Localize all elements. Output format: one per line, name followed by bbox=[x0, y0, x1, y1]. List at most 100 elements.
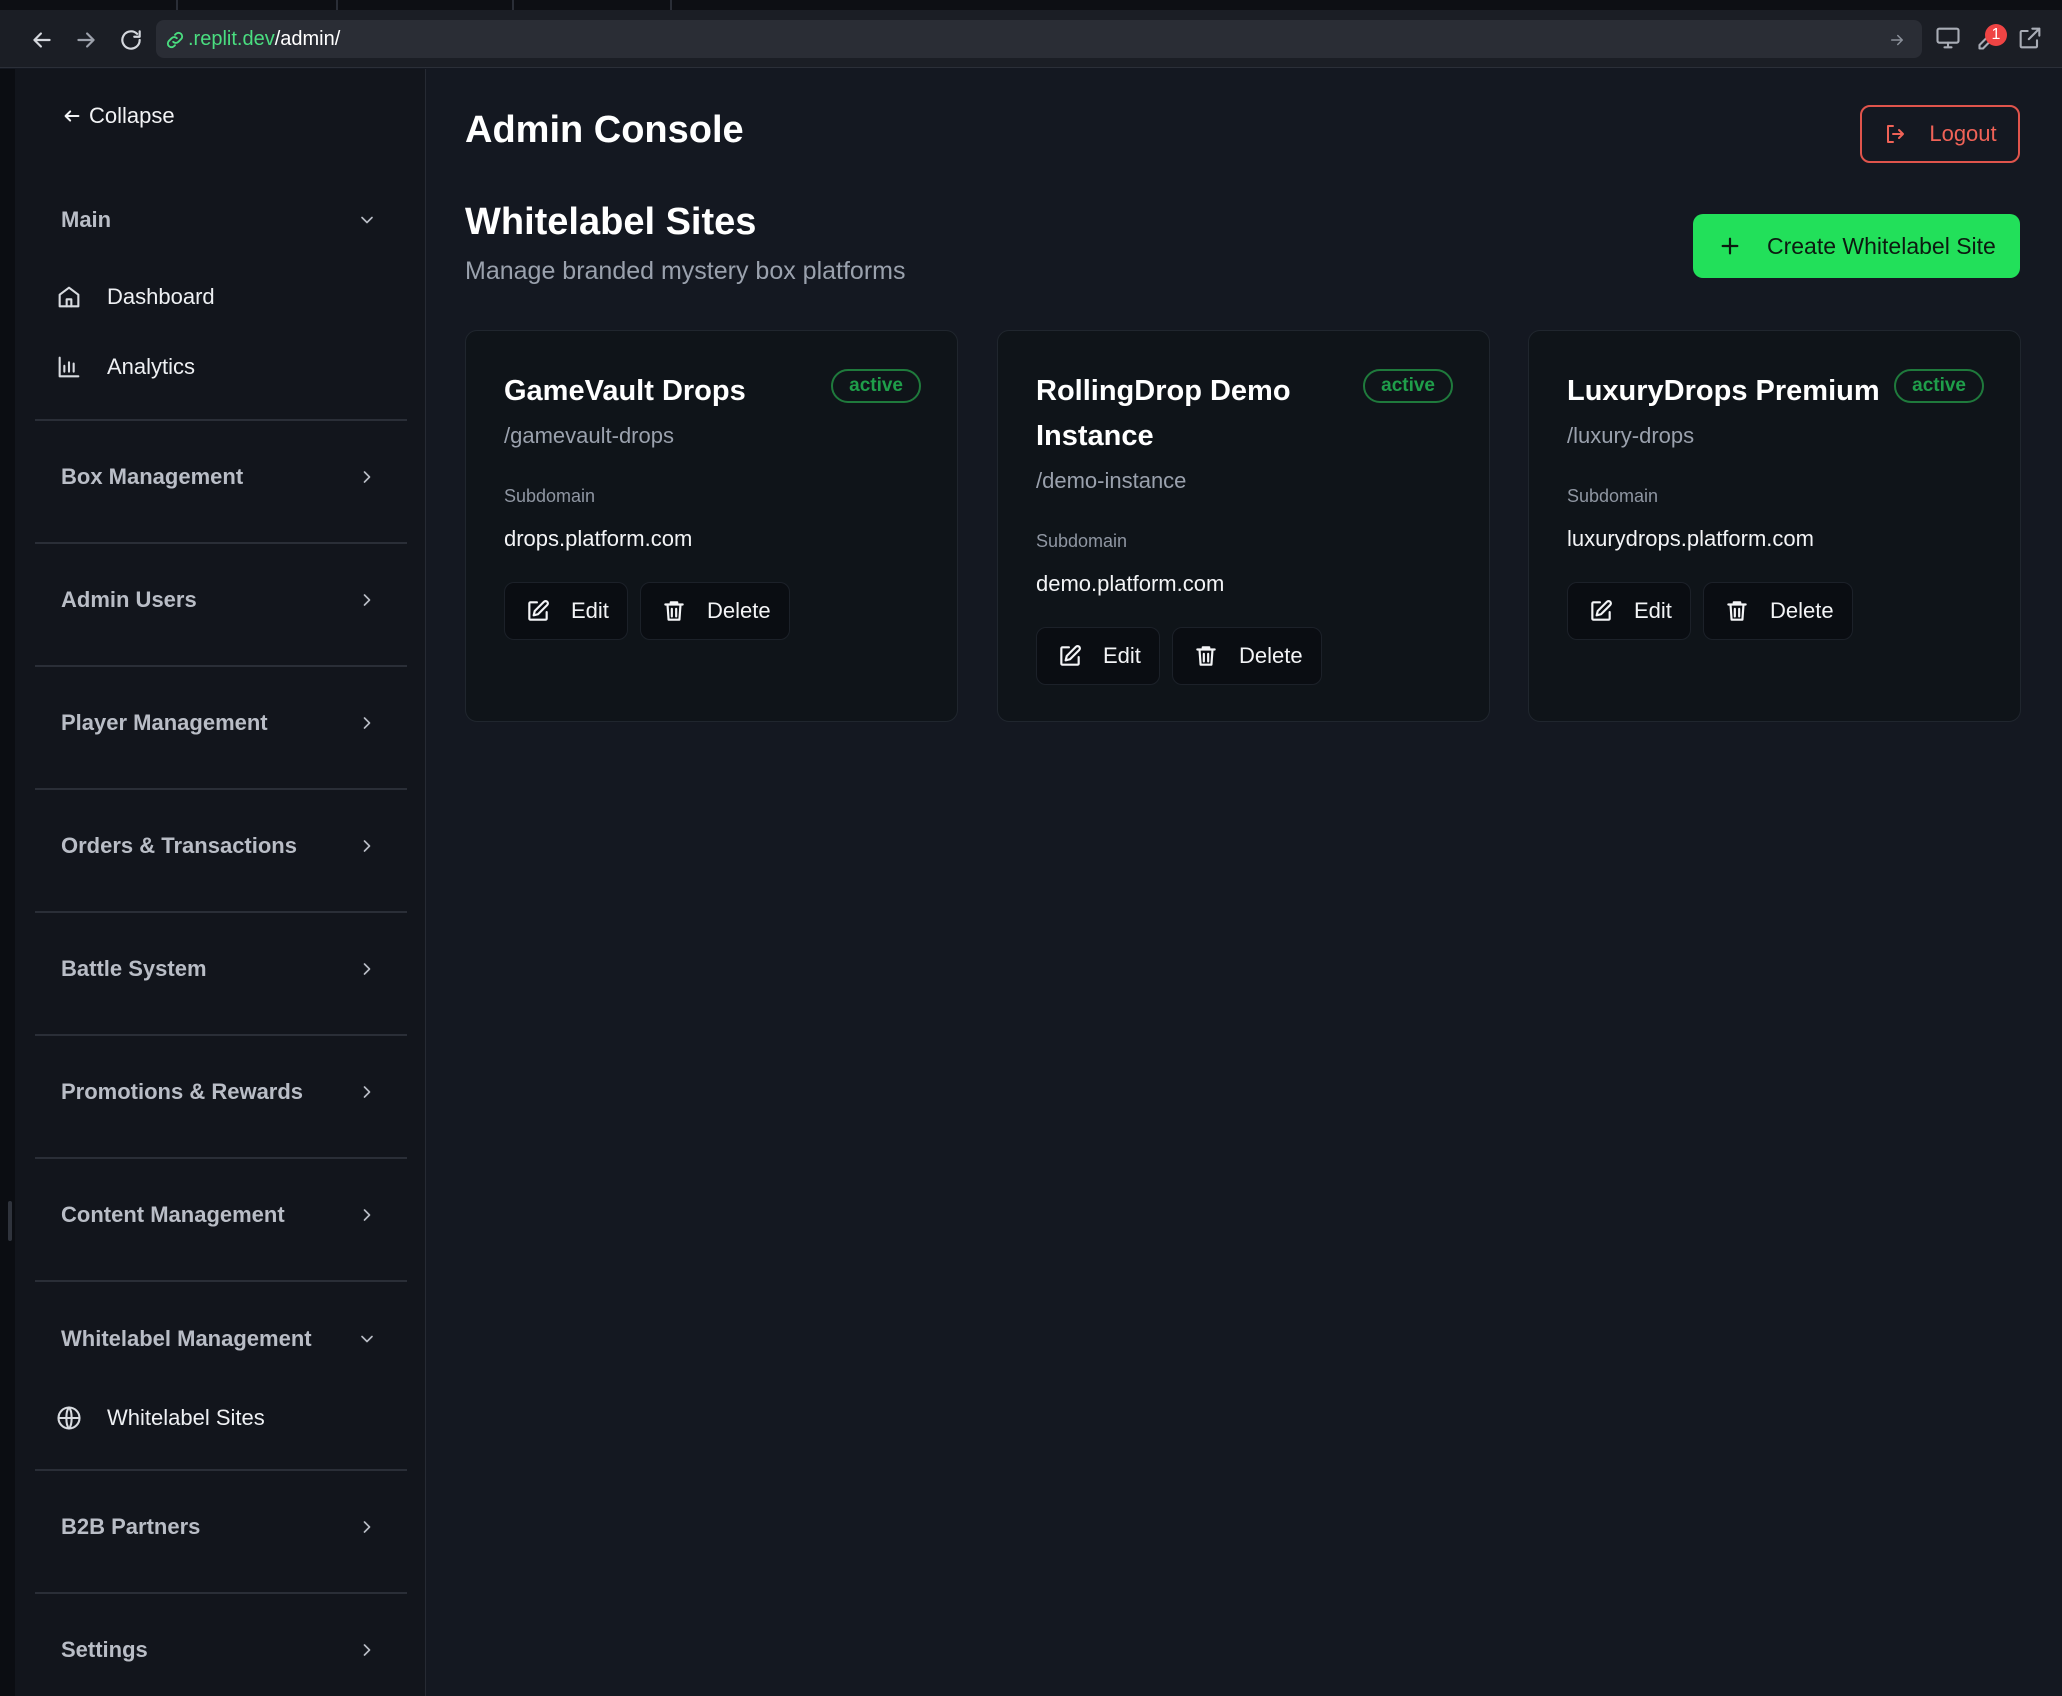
sidebar-section-player-management[interactable]: Player Management bbox=[61, 703, 391, 743]
devices-button[interactable] bbox=[1934, 24, 1964, 54]
arrow-right-icon bbox=[77, 32, 95, 48]
delete-label: Delete bbox=[1239, 643, 1303, 668]
chevron-right-icon bbox=[363, 963, 371, 975]
edit-icon bbox=[528, 600, 549, 621]
chevron-right-icon bbox=[363, 1086, 371, 1098]
collapse-button[interactable]: Collapse bbox=[61, 103, 175, 129]
go-arrow-icon[interactable] bbox=[1888, 31, 1906, 49]
delete-button[interactable]: Delete bbox=[1703, 582, 1853, 640]
sidebar-divider bbox=[35, 1280, 407, 1282]
address-bar[interactable]: .replit.dev/admin/ bbox=[156, 20, 1922, 58]
section-label: Admin Users bbox=[61, 587, 197, 612]
sidebar-divider bbox=[35, 911, 407, 913]
edit-label: Edit bbox=[571, 598, 609, 623]
sidebar: Collapse Main Dashboard Analytics Box Ma… bbox=[15, 69, 426, 1696]
sidebar-section-main[interactable]: Main bbox=[61, 200, 391, 240]
chevron-right-icon bbox=[363, 1521, 371, 1533]
home-icon bbox=[58, 286, 80, 308]
chevron-right-icon bbox=[363, 1209, 371, 1221]
sidebar-section-whitelabel-management[interactable]: Whitelabel Management bbox=[61, 1319, 391, 1359]
sidebar-item-label: Dashboard bbox=[107, 284, 215, 309]
open-new-tab-button[interactable] bbox=[2016, 24, 2046, 54]
resize-grip[interactable] bbox=[8, 1201, 12, 1241]
subdomain-value: drops.platform.com bbox=[504, 526, 693, 551]
subdomain-label: Subdomain bbox=[1567, 486, 1659, 506]
arrow-left-icon bbox=[64, 110, 80, 122]
section-label: Box Management bbox=[61, 464, 244, 489]
external-link-icon bbox=[2019, 27, 2041, 49]
sidebar-divider bbox=[35, 1592, 407, 1594]
sidebar-divider bbox=[35, 542, 407, 544]
back-button[interactable] bbox=[24, 22, 60, 58]
section-label: Settings bbox=[61, 1637, 148, 1662]
section-label: Player Management bbox=[61, 710, 268, 735]
status-badge: active bbox=[1894, 369, 1984, 403]
sidebar-item-label: Analytics bbox=[107, 354, 196, 379]
tab-separator bbox=[512, 0, 514, 10]
subdomain-label: Subdomain bbox=[504, 486, 596, 506]
subdomain-value: demo.platform.com bbox=[1036, 571, 1225, 596]
browser-toolbar: .replit.dev/admin/ 1 bbox=[0, 10, 2062, 68]
sidebar-section-promotions-rewards[interactable]: Promotions & Rewards bbox=[61, 1072, 391, 1112]
reload-button[interactable] bbox=[113, 22, 149, 58]
logout-button[interactable]: Logout bbox=[1860, 105, 2020, 163]
sidebar-item-analytics[interactable]: Analytics bbox=[51, 345, 391, 389]
section-label: Orders & Transactions bbox=[61, 833, 297, 858]
sidebar-section-box-management[interactable]: Box Management bbox=[61, 457, 391, 497]
sidebar-divider bbox=[35, 1157, 407, 1159]
section-label: B2B Partners bbox=[61, 1514, 201, 1539]
sidebar-divider bbox=[35, 419, 407, 421]
section-label: Main bbox=[61, 207, 112, 232]
arrow-left-icon bbox=[33, 32, 51, 48]
chevron-right-icon bbox=[363, 1644, 371, 1656]
sidebar-section-b2b-partners[interactable]: B2B Partners bbox=[61, 1507, 391, 1547]
resize-handle-area bbox=[0, 69, 15, 1696]
globe-icon bbox=[57, 1406, 81, 1430]
edit-button[interactable]: Edit bbox=[1567, 582, 1691, 640]
sidebar-divider bbox=[35, 665, 407, 667]
page-title: Admin Console bbox=[465, 109, 744, 151]
bar-chart-icon bbox=[58, 356, 80, 378]
chevron-right-icon bbox=[363, 594, 371, 606]
section-label: Content Management bbox=[61, 1202, 285, 1227]
site-name: GameVault Drops bbox=[504, 375, 746, 407]
edit-button[interactable]: Edit bbox=[504, 582, 628, 640]
section-subtitle: Manage branded mystery box platforms bbox=[465, 257, 906, 285]
trash-icon bbox=[1727, 601, 1747, 621]
sidebar-item-label: Whitelabel Sites bbox=[107, 1405, 265, 1430]
section-label: Promotions & Rewards bbox=[61, 1079, 304, 1104]
forward-button[interactable] bbox=[68, 22, 104, 58]
edit-label: Edit bbox=[1634, 598, 1672, 623]
subdomain-value: luxurydrops.platform.com bbox=[1567, 526, 1814, 551]
link-icon bbox=[166, 31, 184, 49]
tab-separator bbox=[336, 0, 338, 10]
status-badge: active bbox=[1363, 369, 1453, 403]
delete-button[interactable]: Delete bbox=[640, 582, 790, 640]
site-slug: /gamevault-drops bbox=[504, 423, 674, 448]
section-label: Whitelabel Management bbox=[61, 1326, 312, 1351]
sidebar-divider bbox=[35, 1469, 407, 1471]
section-title: Whitelabel Sites bbox=[465, 201, 757, 243]
site-slug: /luxury-drops bbox=[1567, 423, 1695, 448]
create-whitelabel-site-button[interactable]: Create Whitelabel Site bbox=[1693, 214, 2020, 278]
status-badge: active bbox=[831, 369, 921, 403]
delete-button[interactable]: Delete bbox=[1172, 627, 1322, 685]
sidebar-section-battle-system[interactable]: Battle System bbox=[61, 949, 391, 989]
sidebar-divider bbox=[35, 1034, 407, 1036]
sidebar-section-content-management[interactable]: Content Management bbox=[61, 1195, 391, 1235]
sidebar-item-whitelabel-sites[interactable]: Whitelabel Sites bbox=[51, 1396, 391, 1440]
sidebar-item-dashboard[interactable]: Dashboard bbox=[51, 275, 391, 319]
sidebar-section-admin-users[interactable]: Admin Users bbox=[61, 580, 391, 620]
site-card: GameVault Drops active /gamevault-drops … bbox=[465, 330, 958, 722]
logout-label: Logout bbox=[1929, 121, 1997, 146]
url-path: /admin/ bbox=[274, 28, 341, 50]
site-slug: /demo-instance bbox=[1036, 468, 1187, 493]
sidebar-section-orders-transactions[interactable]: Orders & Transactions bbox=[61, 826, 391, 866]
reload-icon bbox=[121, 30, 141, 50]
url-text: .replit.dev/admin/ bbox=[188, 28, 340, 50]
sidebar-section-settings[interactable]: Settings bbox=[61, 1630, 391, 1670]
main-content: Admin Console Logout Whitelabel Sites Ma… bbox=[427, 69, 2062, 1696]
chevron-down-icon bbox=[361, 1335, 373, 1343]
chevron-right-icon bbox=[363, 840, 371, 852]
edit-button[interactable]: Edit bbox=[1036, 627, 1160, 685]
